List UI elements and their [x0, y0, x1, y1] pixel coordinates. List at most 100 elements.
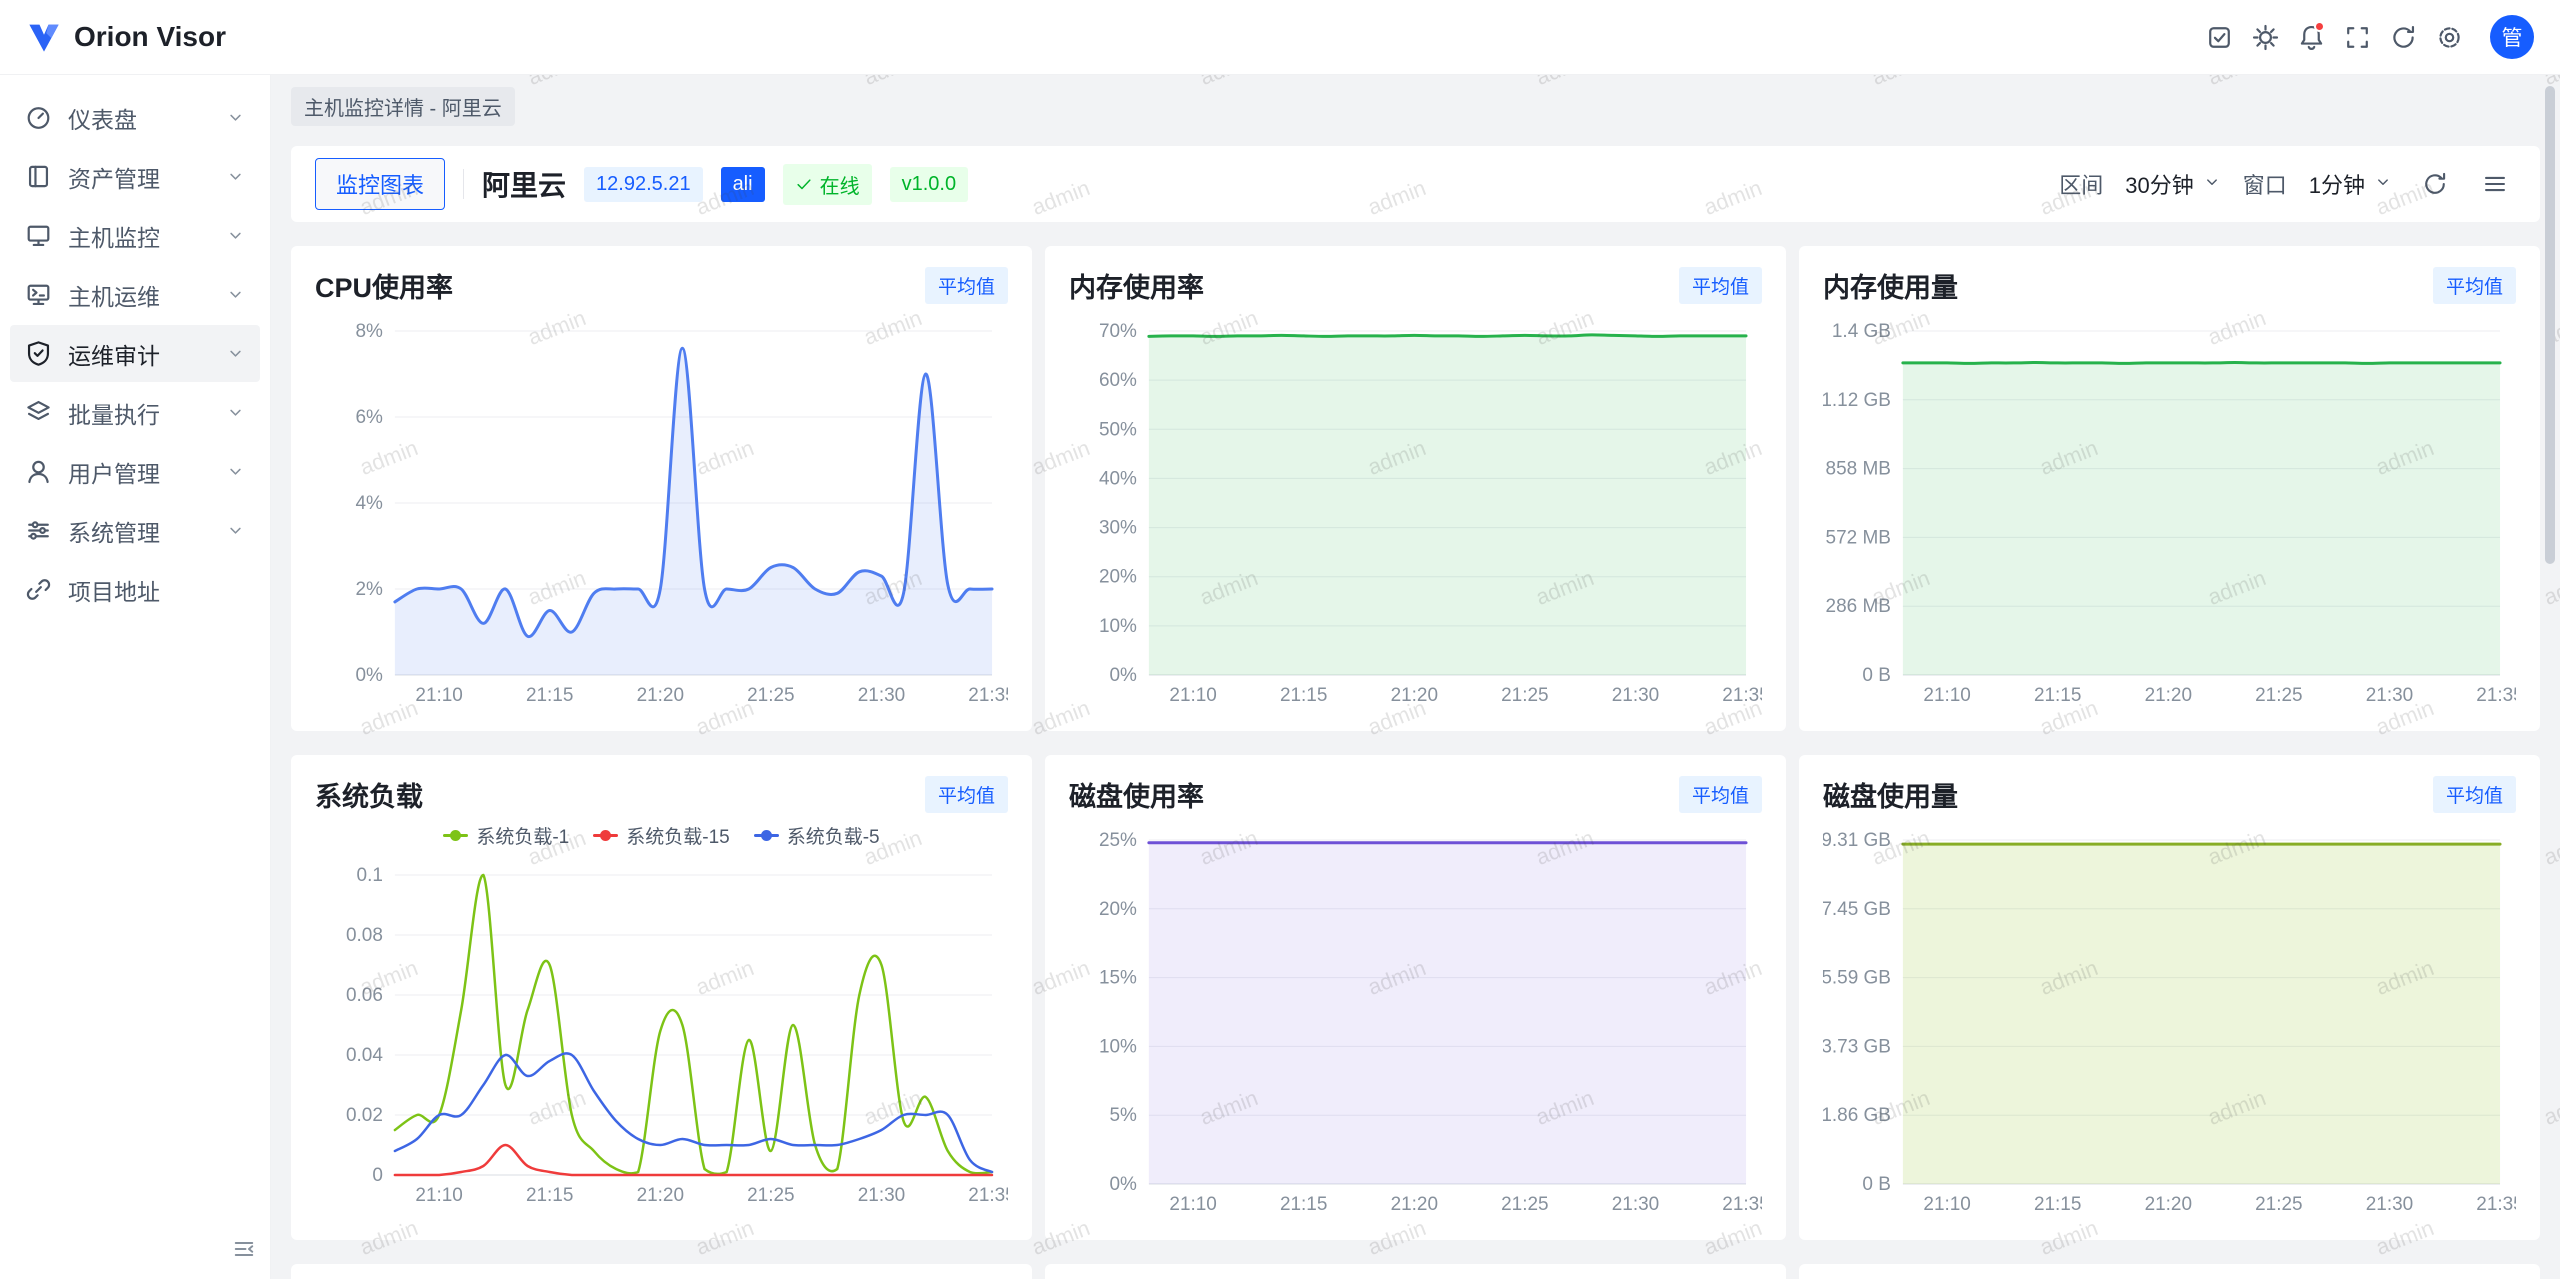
- y-axis-label: 0 B: [1862, 1174, 1890, 1195]
- chart-panel: 磁盘使用率 平均值 25%20%15%10%5%0%21:1021:1521:2…: [1045, 755, 1786, 1240]
- app-window: Orion Visor 管 仪表盘 资产管理 主机监控 主机运维 运维审计: [0, 0, 2560, 1279]
- scrollbar: [2545, 86, 2555, 1269]
- y-axis-label: 1.86 GB: [1823, 1105, 1891, 1126]
- x-axis-label: 21:20: [637, 1185, 684, 1206]
- legend-marker-icon: [443, 834, 468, 837]
- average-badge: 平均值: [1679, 267, 1762, 304]
- y-axis-label: 60%: [1099, 370, 1137, 391]
- y-axis-label: 25%: [1099, 830, 1137, 851]
- chevron-down-icon: [226, 403, 245, 422]
- top-header: Orion Visor 管: [0, 0, 2560, 75]
- system-sliders-icon: [25, 517, 52, 544]
- x-axis-label: 21:30: [858, 1185, 905, 1206]
- y-axis-label: 30%: [1099, 518, 1137, 539]
- y-axis-label: 5.59 GB: [1823, 968, 1891, 989]
- x-axis-label: 21:30: [1612, 685, 1659, 706]
- chart-legend: 系统负载-1 系统负载-15 系统负载-5: [315, 822, 1008, 849]
- notification-dot: [2314, 21, 2325, 32]
- sidebar-item-user[interactable]: 用户管理: [10, 443, 260, 500]
- legend-label: 系统负载-5: [787, 822, 880, 849]
- x-axis-label: 21:15: [2034, 1194, 2081, 1215]
- series-area: [1903, 844, 2500, 1184]
- line-chart: 1.4 GB1.12 GB858 MB572 MB286 MB0 B21:102…: [1823, 315, 2516, 711]
- x-axis-label: 21:15: [2034, 685, 2081, 706]
- y-axis-label: 15%: [1099, 968, 1137, 989]
- chevron-down-icon: [226, 167, 245, 186]
- fullscreen-icon[interactable]: [2334, 14, 2380, 60]
- gear-icon[interactable]: [2426, 14, 2472, 60]
- divider: [463, 169, 464, 199]
- y-axis-label: 1.4 GB: [1832, 321, 1891, 342]
- chevron-down-icon: [226, 521, 245, 540]
- chart-panel: 系统负载 平均值 系统负载-1系统负载-15系统负载-5 0.10.080.06…: [291, 755, 1032, 1240]
- bell-icon[interactable]: [2288, 14, 2334, 60]
- refresh-icon[interactable]: [2380, 14, 2426, 60]
- sun-icon[interactable]: [2242, 14, 2288, 60]
- x-axis-label: 21:20: [2145, 685, 2192, 706]
- y-axis-label: 70%: [1099, 321, 1137, 342]
- y-axis-label: 1.12 GB: [1823, 390, 1891, 411]
- series-line: [395, 1145, 992, 1175]
- orion-logo-icon: [26, 19, 62, 55]
- x-axis-label: 21:30: [2366, 685, 2413, 706]
- y-axis-label: 858 MB: [1826, 459, 1891, 480]
- chart-title: CPU使用率: [315, 266, 453, 305]
- x-axis-label: 21:35: [1722, 685, 1762, 706]
- range-value: 30分钟: [2125, 168, 2193, 200]
- avatar[interactable]: 管: [2490, 15, 2534, 59]
- chevron-down-icon: [226, 226, 245, 245]
- refresh-charts-icon[interactable]: [2414, 163, 2456, 205]
- y-axis-label: 0%: [355, 665, 383, 686]
- sidebar-item-dashboard[interactable]: 仪表盘: [10, 89, 260, 146]
- x-axis-label: 21:25: [2255, 685, 2302, 706]
- x-axis-label: 21:35: [968, 685, 1008, 706]
- x-axis-label: 21:15: [526, 685, 573, 706]
- x-axis-label: 21:25: [2255, 1194, 2302, 1215]
- dashboard-icon: [25, 104, 52, 131]
- x-axis-label: 21:35: [2476, 685, 2516, 706]
- check-square-icon[interactable]: [2196, 14, 2242, 60]
- sidebar-item-asset-book[interactable]: 资产管理: [10, 148, 260, 205]
- y-axis-label: 0.1: [357, 865, 383, 886]
- y-axis-label: 10%: [1099, 616, 1137, 637]
- host-version-tag: v1.0.0: [890, 167, 968, 202]
- sidebar-item-audit-shield[interactable]: 运维审计: [10, 325, 260, 382]
- y-axis-label: 3.73 GB: [1823, 1036, 1891, 1057]
- sidebar: 仪表盘 资产管理 主机监控 主机运维 运维审计 批量执行 用户管理 系统管理: [0, 75, 271, 1279]
- scrollbar-thumb[interactable]: [2545, 86, 2555, 564]
- legend-item[interactable]: 系统负载-5: [754, 822, 880, 849]
- sidebar-item-batch-layers[interactable]: 批量执行: [10, 384, 260, 441]
- chart-list-icon[interactable]: [2474, 163, 2516, 205]
- x-axis-label: 21:15: [1280, 685, 1327, 706]
- monitor-chart-button[interactable]: 监控图表: [315, 158, 445, 210]
- y-axis-label: 0: [372, 1165, 383, 1186]
- y-axis-label: 9.31 GB: [1823, 830, 1891, 851]
- chevron-down-icon: [2374, 171, 2392, 197]
- host-name: 阿里云: [482, 164, 566, 204]
- host-status-tag: 在线: [783, 164, 872, 205]
- chart-panel: 内存使用率 平均值 70%60%50%40%30%20%10%0%21:1021…: [1045, 246, 1786, 731]
- sidebar-item-system-sliders[interactable]: 系统管理: [10, 502, 260, 559]
- batch-layers-icon: [25, 399, 52, 426]
- y-axis-label: 0.02: [346, 1105, 383, 1126]
- window-select[interactable]: 1分钟: [2305, 162, 2396, 206]
- x-axis-label: 21:25: [747, 1185, 794, 1206]
- series-area: [1903, 363, 2500, 676]
- x-axis-label: 21:20: [1391, 685, 1438, 706]
- series-area: [1149, 843, 1746, 1184]
- link-icon: [25, 576, 52, 603]
- collapse-sidebar-icon[interactable]: [232, 1237, 256, 1267]
- legend-marker-icon: [593, 834, 618, 837]
- legend-item[interactable]: 系统负载-1: [443, 822, 569, 849]
- line-chart: 25%20%15%10%5%0%21:1021:1521:2021:2521:3…: [1069, 824, 1762, 1220]
- chart-panel: CPU使用率 平均值 8%6%4%2%0%21:1021:1521:2021:2…: [291, 246, 1032, 731]
- sidebar-menu: 仪表盘 资产管理 主机监控 主机运维 运维审计 批量执行 用户管理 系统管理: [10, 89, 260, 620]
- sidebar-item-host-monitor[interactable]: 主机监控: [10, 207, 260, 264]
- range-select[interactable]: 30分钟: [2121, 162, 2224, 206]
- charts-grid: CPU使用率 平均值 8%6%4%2%0%21:1021:1521:2021:2…: [291, 246, 2540, 1279]
- sidebar-item-link[interactable]: 项目地址: [10, 561, 260, 618]
- legend-item[interactable]: 系统负载-15: [593, 822, 729, 849]
- y-axis-label: 286 MB: [1826, 596, 1891, 617]
- chart-panel-partial: [1045, 1264, 1786, 1279]
- sidebar-item-host-ops[interactable]: 主机运维: [10, 266, 260, 323]
